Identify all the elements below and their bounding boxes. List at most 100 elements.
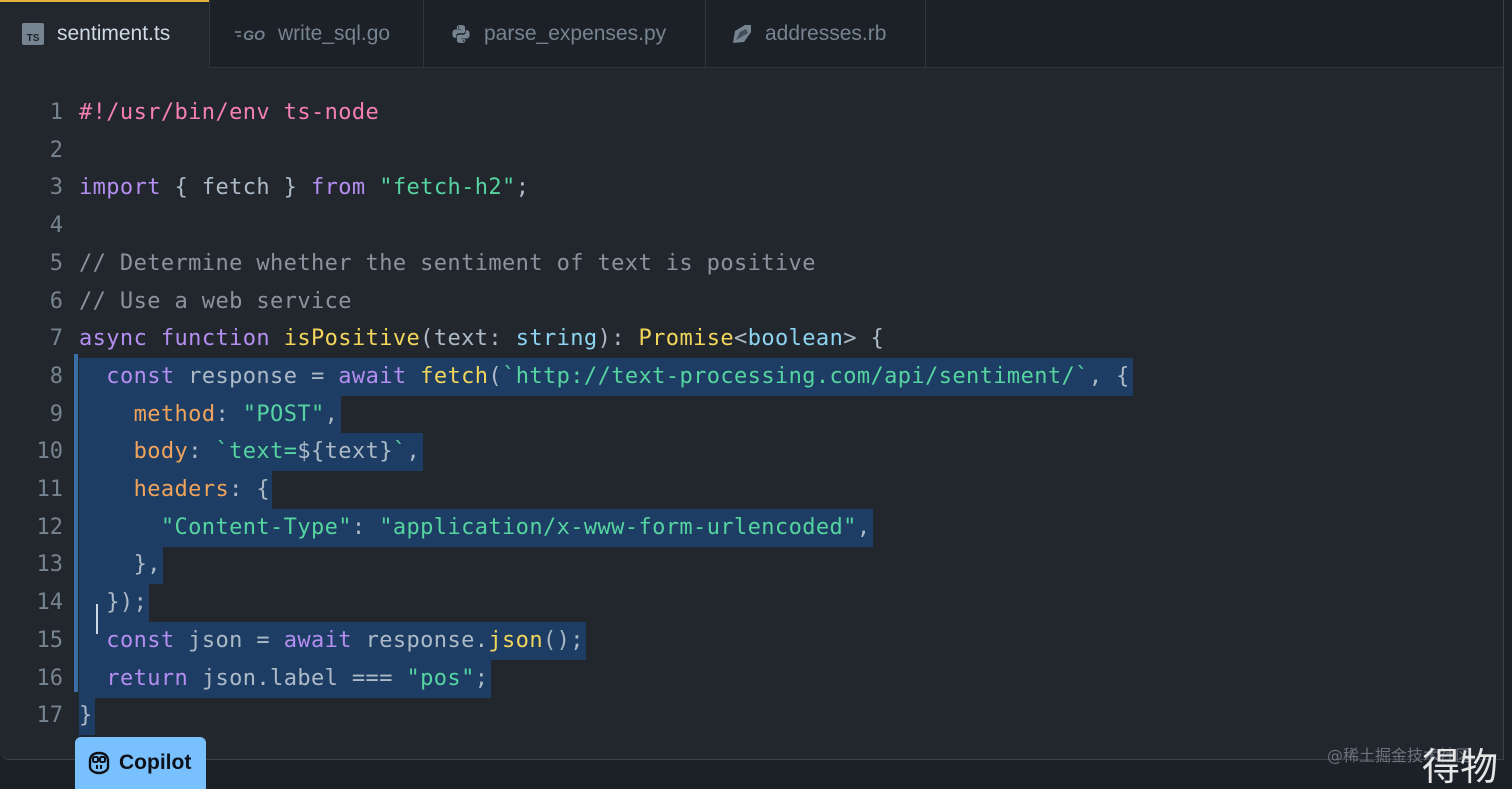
code-token: json <box>488 628 543 653</box>
code-line: 2 <box>0 132 1500 170</box>
code-token: const <box>106 364 175 389</box>
editor-window: TS sentiment.ts GO write_sql.go parse_ex… <box>0 0 1504 760</box>
code-text: // Determine whether the sentiment of te… <box>79 245 816 283</box>
code-text: #!/usr/bin/env ts-node <box>79 94 379 132</box>
code-token: `text= <box>215 439 298 464</box>
tab-addresses-rb[interactable]: addresses.rb <box>706 0 926 68</box>
code-text: async function isPositive(text: string):… <box>79 320 884 358</box>
code-line: 7 async function isPositive(text: string)… <box>0 320 1500 358</box>
code-line: 10 body: `text=${text}`, <box>0 433 1500 471</box>
code-line: 4 <box>0 207 1500 245</box>
selection-gutter-bar <box>74 354 78 692</box>
code-token: json.label === <box>188 666 407 691</box>
tab-sentiment-ts[interactable]: TS sentiment.ts <box>0 0 210 68</box>
code-token: from <box>310 175 366 200</box>
line-number: 1 <box>49 100 63 125</box>
tab-label: parse_expenses.py <box>484 22 667 45</box>
code-token: method <box>133 402 216 427</box>
tab-label: write_sql.go <box>278 22 391 45</box>
line-number: 10 <box>36 439 64 464</box>
line-number: 16 <box>36 666 64 691</box>
code-text: } <box>79 697 93 735</box>
code-line: 11 headers: { <box>0 471 1500 509</box>
code-text: }, <box>79 546 161 584</box>
code-token: }); <box>79 590 148 615</box>
code-token: } <box>79 703 93 728</box>
text-caret <box>96 604 98 634</box>
code-token: (); <box>542 628 584 653</box>
code-token: : { <box>229 477 271 502</box>
code-token: `http://text-processing.com/api/sentimen… <box>502 364 1089 389</box>
code-token: ; <box>474 666 489 691</box>
code-token: boolean <box>747 326 844 351</box>
tab-parse-expenses-py[interactable]: parse_expenses.py <box>424 0 706 68</box>
code-line: 17} <box>0 697 1500 735</box>
line-number: 3 <box>49 175 63 200</box>
code-token: : <box>351 515 380 540</box>
tab-write-sql-go[interactable]: GO write_sql.go <box>210 0 424 68</box>
code-token: function <box>160 326 271 351</box>
line-number: 11 <box>36 477 64 502</box>
code-token: { fetch } <box>160 175 311 200</box>
code-token: > { <box>843 326 885 351</box>
code-token: "pos" <box>406 666 475 691</box>
line-number: 9 <box>49 402 63 427</box>
line-number: 5 <box>49 251 63 276</box>
line-number: 2 <box>49 138 63 163</box>
code-text: const response = await fetch(`http://tex… <box>79 358 1130 396</box>
code-token: (text: <box>420 326 516 351</box>
code-token: headers <box>133 477 230 502</box>
tab-bar: TS sentiment.ts GO write_sql.go parse_ex… <box>0 0 1503 68</box>
code-token: ): <box>597 326 639 351</box>
line-number: 15 <box>36 628 64 653</box>
code-token: await <box>283 628 352 653</box>
code-token: isPositive <box>283 326 421 351</box>
code-token: // Use a web service <box>79 289 352 314</box>
typescript-icon: TS <box>21 22 45 46</box>
line-number: 17 <box>36 703 64 728</box>
code-line: 13 }, <box>0 546 1500 584</box>
code-token: import <box>79 175 161 200</box>
code-line: 14 }); <box>0 584 1500 622</box>
code-token: response = <box>174 364 339 389</box>
code-token: string <box>515 326 598 351</box>
code-token: await <box>338 364 407 389</box>
tab-label: sentiment.ts <box>57 22 171 45</box>
code-token: Promise <box>638 326 735 351</box>
go-icon-text: GO <box>243 27 265 42</box>
code-line: 3 import { fetch } from "fetch-h2"; <box>0 169 1500 207</box>
code-text: body: `text=${text}`, <box>79 433 420 471</box>
code-token: : <box>215 402 243 427</box>
code-token: , { <box>1088 364 1130 389</box>
code-text: method: "POST", <box>79 396 338 434</box>
line-number: 6 <box>49 289 63 314</box>
code-token: ${text} <box>297 439 393 464</box>
code-line: 16 return json.label === "pos"; <box>0 660 1500 698</box>
python-icon <box>449 22 473 46</box>
code-token: ( <box>488 364 503 389</box>
code-token: "application/x-www-form-urlencoded" <box>379 515 857 540</box>
code-token: , <box>856 515 871 540</box>
code-token: "POST" <box>242 402 325 427</box>
go-icon: GO <box>235 22 267 46</box>
ruby-icon <box>730 22 754 46</box>
copilot-button[interactable]: Copilot <box>75 737 206 789</box>
code-editor[interactable]: 1 #!/usr/bin/env ts-node 2 3 import { fetch … <box>0 94 1500 735</box>
code-token: "Content-Type" <box>160 515 352 540</box>
code-token: // Determine whether the sentiment of te… <box>79 251 816 276</box>
code-text: return json.label === "pos"; <box>79 660 488 698</box>
code-line: 6 // Use a web service <box>0 283 1500 321</box>
code-text: import { fetch } from "fetch-h2"; <box>79 169 529 207</box>
code-token: ; <box>515 175 530 200</box>
code-line: 15 const json = await response.json(); <box>0 622 1500 660</box>
code-token: , <box>324 402 339 427</box>
